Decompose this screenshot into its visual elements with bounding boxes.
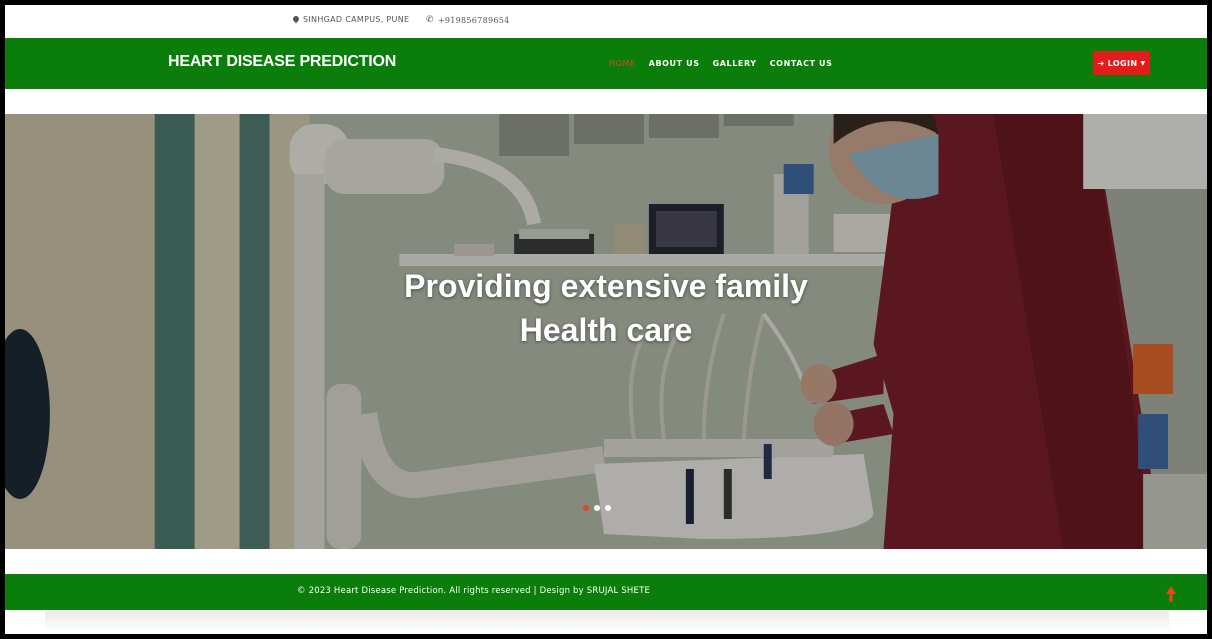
login-dropdown-button[interactable]: ➔ LOGIN ▼ <box>1093 51 1150 75</box>
site-footer: © 2023 Heart Disease Prediction. All rig… <box>5 574 1207 610</box>
login-label: LOGIN <box>1107 58 1138 68</box>
chevron-down-icon: ▼ <box>1140 59 1146 67</box>
nav-contact-link[interactable]: CONTACT US <box>770 59 833 68</box>
top-contact-bar: SINHGAD CAMPUS, PUNE ✆ +919856789654 <box>5 5 1207 37</box>
page-frame: SINHGAD CAMPUS, PUNE ✆ +919856789654 HEA… <box>4 4 1208 635</box>
site-brand[interactable]: HEART DISEASE PREDICTION <box>168 53 396 71</box>
hero-heading-line1: Providing extensive family <box>404 268 808 304</box>
copyright-text: © 2023 Heart Disease Prediction. All rig… <box>297 586 651 596</box>
carousel-dot-1[interactable] <box>583 505 589 511</box>
map-marker-icon <box>293 16 299 24</box>
carousel-dot-3[interactable] <box>605 505 611 511</box>
footer-shadow <box>45 611 1169 633</box>
main-navbar: HEART DISEASE PREDICTION HOME ABOUT US G… <box>5 38 1207 89</box>
arrow-up-icon[interactable] <box>1165 586 1177 602</box>
location-info: SINHGAD CAMPUS, PUNE <box>293 15 409 24</box>
hero-carousel: Providing extensive family Health care <box>5 114 1207 549</box>
nav-gallery-link[interactable]: GALLERY <box>713 59 757 68</box>
phone-text: +919856789654 <box>437 15 510 25</box>
hero-heading-line2: Health care <box>519 312 693 348</box>
nav-about-link[interactable]: ABOUT US <box>649 59 700 68</box>
hero-heading: Providing extensive family Health care <box>5 264 1207 352</box>
carousel-dot-2[interactable] <box>594 505 600 511</box>
carousel-indicators <box>583 505 611 511</box>
sign-in-icon: ➔ <box>1097 58 1105 68</box>
phone-info: ✆ +919856789654 <box>426 15 510 25</box>
nav-home-link[interactable]: HOME <box>609 59 636 68</box>
phone-icon: ✆ <box>426 15 434 25</box>
nav-links: HOME ABOUT US GALLERY CONTACT US <box>609 59 832 68</box>
location-text: SINHGAD CAMPUS, PUNE <box>303 15 410 24</box>
